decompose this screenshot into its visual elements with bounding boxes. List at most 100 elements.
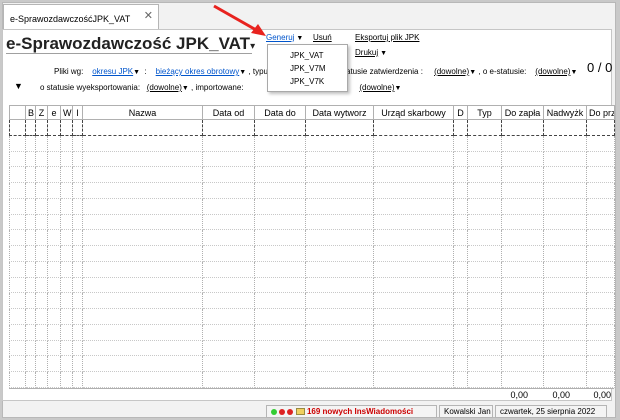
table-cell[interactable]: [35, 277, 48, 294]
estatus-dropdown[interactable]: (dowolne)▼: [535, 67, 577, 76]
table-cell[interactable]: [254, 308, 306, 325]
table-cell[interactable]: [501, 308, 544, 325]
table-cell[interactable]: [202, 245, 255, 262]
table-row[interactable]: [9, 119, 615, 136]
table-cell[interactable]: [82, 292, 203, 309]
table-cell[interactable]: [25, 340, 36, 357]
table-cell[interactable]: [305, 277, 374, 294]
table-cell[interactable]: [60, 135, 73, 152]
column-header[interactable]: Typ: [467, 105, 502, 120]
table-cell[interactable]: [60, 119, 73, 136]
table-cell[interactable]: [25, 151, 36, 168]
table-cell[interactable]: [35, 119, 48, 136]
table-cell[interactable]: [543, 182, 587, 199]
table-cell[interactable]: [305, 135, 374, 152]
table-cell[interactable]: [254, 292, 306, 309]
table-cell[interactable]: [586, 292, 615, 309]
column-header[interactable]: B: [25, 105, 36, 120]
column-header[interactable]: Nadwyżk: [543, 105, 587, 120]
table-cell[interactable]: [501, 151, 544, 168]
table-cell[interactable]: [72, 245, 83, 262]
table-cell[interactable]: [47, 308, 61, 325]
tab-jpk-vat[interactable]: e-SprawozdawczośćJPK_VAT ✕: [3, 4, 159, 30]
table-cell[interactable]: [35, 198, 48, 215]
zatwierdzenia-dropdown[interactable]: (dowolne)▼: [434, 67, 476, 76]
close-icon[interactable]: ✕: [144, 9, 153, 22]
table-cell[interactable]: [72, 340, 83, 357]
table-cell[interactable]: [35, 355, 48, 372]
table-cell[interactable]: [202, 182, 255, 199]
table-cell[interactable]: [9, 308, 26, 325]
table-cell[interactable]: [586, 135, 615, 152]
table-cell[interactable]: [501, 277, 544, 294]
table-cell[interactable]: [25, 308, 36, 325]
table-row[interactable]: [9, 166, 615, 183]
table-cell[interactable]: [254, 166, 306, 183]
table-cell[interactable]: [47, 245, 61, 262]
okres-dropdown[interactable]: okresu JPK▼: [92, 67, 140, 76]
table-cell[interactable]: [254, 229, 306, 246]
table-cell[interactable]: [202, 371, 255, 388]
table-cell[interactable]: [82, 340, 203, 357]
table-cell[interactable]: [72, 182, 83, 199]
table-cell[interactable]: [586, 151, 615, 168]
table-cell[interactable]: [305, 119, 374, 136]
table-cell[interactable]: [47, 151, 61, 168]
table-cell[interactable]: [543, 292, 587, 309]
usun-button[interactable]: Usuń: [313, 33, 332, 42]
table-cell[interactable]: [35, 214, 48, 231]
table-cell[interactable]: [9, 229, 26, 246]
table-cell[interactable]: [82, 261, 203, 278]
table-cell[interactable]: [202, 308, 255, 325]
table-cell[interactable]: [543, 371, 587, 388]
table-cell[interactable]: [453, 119, 468, 136]
table-cell[interactable]: [9, 214, 26, 231]
table-row[interactable]: [9, 308, 615, 325]
table-cell[interactable]: [202, 292, 255, 309]
table-cell[interactable]: [453, 198, 468, 215]
table-cell[interactable]: [82, 245, 203, 262]
table-cell[interactable]: [72, 198, 83, 215]
table-cell[interactable]: [305, 371, 374, 388]
table-cell[interactable]: [501, 182, 544, 199]
table-cell[interactable]: [305, 229, 374, 246]
table-row[interactable]: [9, 182, 615, 199]
table-cell[interactable]: [254, 340, 306, 357]
table-cell[interactable]: [373, 135, 454, 152]
table-cell[interactable]: [467, 355, 502, 372]
table-cell[interactable]: [72, 151, 83, 168]
table-cell[interactable]: [305, 214, 374, 231]
table-cell[interactable]: [25, 182, 36, 199]
table-cell[interactable]: [467, 151, 502, 168]
table-cell[interactable]: [47, 135, 61, 152]
column-header[interactable]: Nazwa: [82, 105, 203, 120]
table-cell[interactable]: [543, 324, 587, 341]
table-cell[interactable]: [9, 151, 26, 168]
table-cell[interactable]: [202, 340, 255, 357]
table-cell[interactable]: [35, 261, 48, 278]
table-cell[interactable]: [25, 355, 36, 372]
table-cell[interactable]: [586, 308, 615, 325]
table-cell[interactable]: [202, 261, 255, 278]
table-cell[interactable]: [501, 229, 544, 246]
table-cell[interactable]: [202, 324, 255, 341]
column-header[interactable]: Data do: [254, 105, 306, 120]
column-header[interactable]: e: [47, 105, 61, 120]
table-cell[interactable]: [202, 229, 255, 246]
table-cell[interactable]: [47, 277, 61, 294]
table-cell[interactable]: [35, 371, 48, 388]
table-cell[interactable]: [72, 308, 83, 325]
table-cell[interactable]: [25, 166, 36, 183]
table-cell[interactable]: [82, 308, 203, 325]
table-cell[interactable]: [586, 277, 615, 294]
table-cell[interactable]: [373, 261, 454, 278]
table-cell[interactable]: [254, 119, 306, 136]
table-cell[interactable]: [453, 151, 468, 168]
table-cell[interactable]: [373, 151, 454, 168]
table-cell[interactable]: [60, 355, 73, 372]
eksportuj-button[interactable]: Eksportuj plik JPK: [355, 33, 419, 42]
table-cell[interactable]: [254, 277, 306, 294]
column-header[interactable]: Z: [35, 105, 48, 120]
table-cell[interactable]: [373, 324, 454, 341]
table-row[interactable]: [9, 229, 615, 246]
